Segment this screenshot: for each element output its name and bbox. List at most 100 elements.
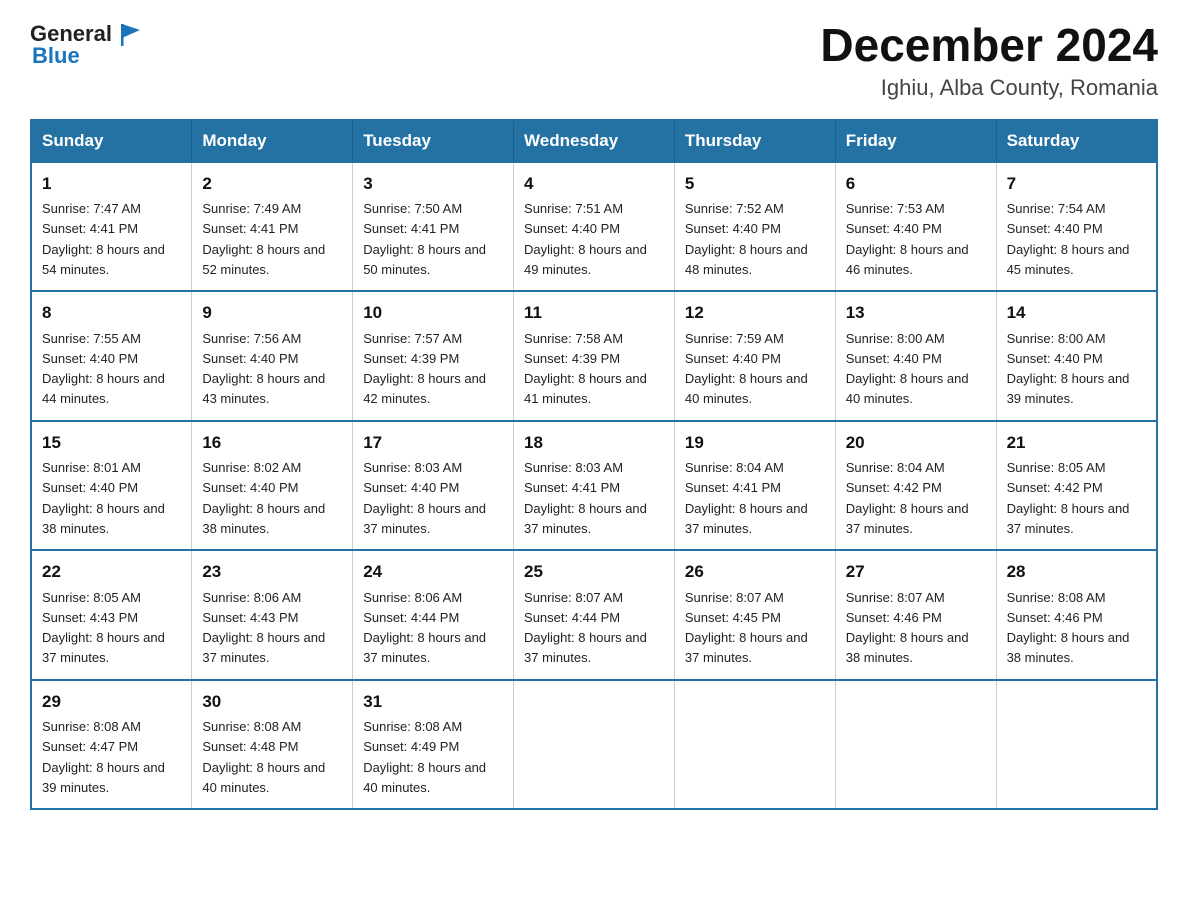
day-sunset: Sunset: 4:40 PM <box>42 351 138 366</box>
day-sunrise: Sunrise: 7:59 AM <box>685 331 784 346</box>
calendar-cell: 5 Sunrise: 7:52 AM Sunset: 4:40 PM Dayli… <box>674 162 835 292</box>
day-daylight: Daylight: 8 hours and 39 minutes. <box>42 760 165 795</box>
day-daylight: Daylight: 8 hours and 38 minutes. <box>202 501 325 536</box>
day-sunrise: Sunrise: 8:07 AM <box>846 590 945 605</box>
header-sunday: Sunday <box>31 120 192 162</box>
calendar-title-area: December 2024 Ighiu, Alba County, Romani… <box>820 20 1158 101</box>
week-row-1: 1 Sunrise: 7:47 AM Sunset: 4:41 PM Dayli… <box>31 162 1157 292</box>
calendar-cell: 21 Sunrise: 8:05 AM Sunset: 4:42 PM Dayl… <box>996 421 1157 551</box>
calendar-cell: 8 Sunrise: 7:55 AM Sunset: 4:40 PM Dayli… <box>31 291 192 421</box>
day-daylight: Daylight: 8 hours and 42 minutes. <box>363 371 486 406</box>
day-sunrise: Sunrise: 8:02 AM <box>202 460 301 475</box>
calendar-cell: 18 Sunrise: 8:03 AM Sunset: 4:41 PM Dayl… <box>514 421 675 551</box>
day-number: 3 <box>363 171 503 197</box>
day-number: 23 <box>202 559 342 585</box>
day-sunrise: Sunrise: 8:05 AM <box>42 590 141 605</box>
day-sunset: Sunset: 4:42 PM <box>846 480 942 495</box>
calendar-cell: 31 Sunrise: 8:08 AM Sunset: 4:49 PM Dayl… <box>353 680 514 810</box>
calendar-cell: 1 Sunrise: 7:47 AM Sunset: 4:41 PM Dayli… <box>31 162 192 292</box>
day-daylight: Daylight: 8 hours and 49 minutes. <box>524 242 647 277</box>
day-number: 11 <box>524 300 664 326</box>
calendar-cell: 25 Sunrise: 8:07 AM Sunset: 4:44 PM Dayl… <box>514 550 675 680</box>
day-sunset: Sunset: 4:41 PM <box>524 480 620 495</box>
day-daylight: Daylight: 8 hours and 41 minutes. <box>524 371 647 406</box>
day-sunset: Sunset: 4:40 PM <box>846 351 942 366</box>
day-daylight: Daylight: 8 hours and 37 minutes. <box>685 630 808 665</box>
day-sunrise: Sunrise: 7:52 AM <box>685 201 784 216</box>
day-sunset: Sunset: 4:44 PM <box>524 610 620 625</box>
day-daylight: Daylight: 8 hours and 38 minutes. <box>1007 630 1130 665</box>
header-thursday: Thursday <box>674 120 835 162</box>
day-number: 12 <box>685 300 825 326</box>
day-number: 9 <box>202 300 342 326</box>
day-sunrise: Sunrise: 7:51 AM <box>524 201 623 216</box>
calendar-cell: 4 Sunrise: 7:51 AM Sunset: 4:40 PM Dayli… <box>514 162 675 292</box>
day-sunset: Sunset: 4:46 PM <box>846 610 942 625</box>
calendar-cell: 19 Sunrise: 8:04 AM Sunset: 4:41 PM Dayl… <box>674 421 835 551</box>
day-daylight: Daylight: 8 hours and 40 minutes. <box>685 371 808 406</box>
day-number: 25 <box>524 559 664 585</box>
day-sunset: Sunset: 4:49 PM <box>363 739 459 754</box>
header-monday: Monday <box>192 120 353 162</box>
day-sunrise: Sunrise: 8:00 AM <box>1007 331 1106 346</box>
day-sunrise: Sunrise: 8:06 AM <box>363 590 462 605</box>
day-daylight: Daylight: 8 hours and 50 minutes. <box>363 242 486 277</box>
calendar-cell: 9 Sunrise: 7:56 AM Sunset: 4:40 PM Dayli… <box>192 291 353 421</box>
day-sunrise: Sunrise: 8:08 AM <box>363 719 462 734</box>
calendar-cell: 3 Sunrise: 7:50 AM Sunset: 4:41 PM Dayli… <box>353 162 514 292</box>
day-sunset: Sunset: 4:46 PM <box>1007 610 1103 625</box>
day-sunrise: Sunrise: 8:06 AM <box>202 590 301 605</box>
day-number: 7 <box>1007 171 1146 197</box>
day-number: 20 <box>846 430 986 456</box>
calendar-subtitle: Ighiu, Alba County, Romania <box>820 75 1158 101</box>
calendar-cell: 22 Sunrise: 8:05 AM Sunset: 4:43 PM Dayl… <box>31 550 192 680</box>
day-sunrise: Sunrise: 7:55 AM <box>42 331 141 346</box>
calendar-cell: 24 Sunrise: 8:06 AM Sunset: 4:44 PM Dayl… <box>353 550 514 680</box>
day-daylight: Daylight: 8 hours and 38 minutes. <box>42 501 165 536</box>
day-daylight: Daylight: 8 hours and 37 minutes. <box>363 630 486 665</box>
calendar-cell <box>674 680 835 810</box>
day-sunrise: Sunrise: 8:07 AM <box>685 590 784 605</box>
day-daylight: Daylight: 8 hours and 43 minutes. <box>202 371 325 406</box>
week-row-5: 29 Sunrise: 8:08 AM Sunset: 4:47 PM Dayl… <box>31 680 1157 810</box>
day-daylight: Daylight: 8 hours and 37 minutes. <box>685 501 808 536</box>
day-sunset: Sunset: 4:40 PM <box>202 351 298 366</box>
day-sunset: Sunset: 4:40 PM <box>363 480 459 495</box>
day-sunrise: Sunrise: 8:08 AM <box>202 719 301 734</box>
calendar-cell <box>514 680 675 810</box>
day-sunrise: Sunrise: 7:58 AM <box>524 331 623 346</box>
day-sunset: Sunset: 4:41 PM <box>685 480 781 495</box>
day-daylight: Daylight: 8 hours and 38 minutes. <box>846 630 969 665</box>
day-sunset: Sunset: 4:47 PM <box>42 739 138 754</box>
day-number: 16 <box>202 430 342 456</box>
day-number: 19 <box>685 430 825 456</box>
day-daylight: Daylight: 8 hours and 37 minutes. <box>363 501 486 536</box>
day-daylight: Daylight: 8 hours and 37 minutes. <box>524 501 647 536</box>
day-number: 17 <box>363 430 503 456</box>
calendar-cell: 28 Sunrise: 8:08 AM Sunset: 4:46 PM Dayl… <box>996 550 1157 680</box>
day-sunrise: Sunrise: 7:53 AM <box>846 201 945 216</box>
day-daylight: Daylight: 8 hours and 37 minutes. <box>42 630 165 665</box>
day-number: 2 <box>202 171 342 197</box>
calendar-cell: 11 Sunrise: 7:58 AM Sunset: 4:39 PM Dayl… <box>514 291 675 421</box>
day-sunset: Sunset: 4:45 PM <box>685 610 781 625</box>
day-sunset: Sunset: 4:43 PM <box>42 610 138 625</box>
calendar-cell <box>835 680 996 810</box>
day-sunset: Sunset: 4:40 PM <box>524 221 620 236</box>
calendar-cell: 29 Sunrise: 8:08 AM Sunset: 4:47 PM Dayl… <box>31 680 192 810</box>
day-sunset: Sunset: 4:48 PM <box>202 739 298 754</box>
day-sunrise: Sunrise: 8:05 AM <box>1007 460 1106 475</box>
calendar-cell: 30 Sunrise: 8:08 AM Sunset: 4:48 PM Dayl… <box>192 680 353 810</box>
calendar-cell: 27 Sunrise: 8:07 AM Sunset: 4:46 PM Dayl… <box>835 550 996 680</box>
header-tuesday: Tuesday <box>353 120 514 162</box>
logo: General Blue <box>30 20 146 68</box>
header-friday: Friday <box>835 120 996 162</box>
day-sunrise: Sunrise: 8:07 AM <box>524 590 623 605</box>
calendar-cell: 10 Sunrise: 7:57 AM Sunset: 4:39 PM Dayl… <box>353 291 514 421</box>
day-number: 14 <box>1007 300 1146 326</box>
day-daylight: Daylight: 8 hours and 44 minutes. <box>42 371 165 406</box>
day-sunrise: Sunrise: 8:03 AM <box>524 460 623 475</box>
calendar-cell: 20 Sunrise: 8:04 AM Sunset: 4:42 PM Dayl… <box>835 421 996 551</box>
day-daylight: Daylight: 8 hours and 37 minutes. <box>846 501 969 536</box>
week-row-2: 8 Sunrise: 7:55 AM Sunset: 4:40 PM Dayli… <box>31 291 1157 421</box>
